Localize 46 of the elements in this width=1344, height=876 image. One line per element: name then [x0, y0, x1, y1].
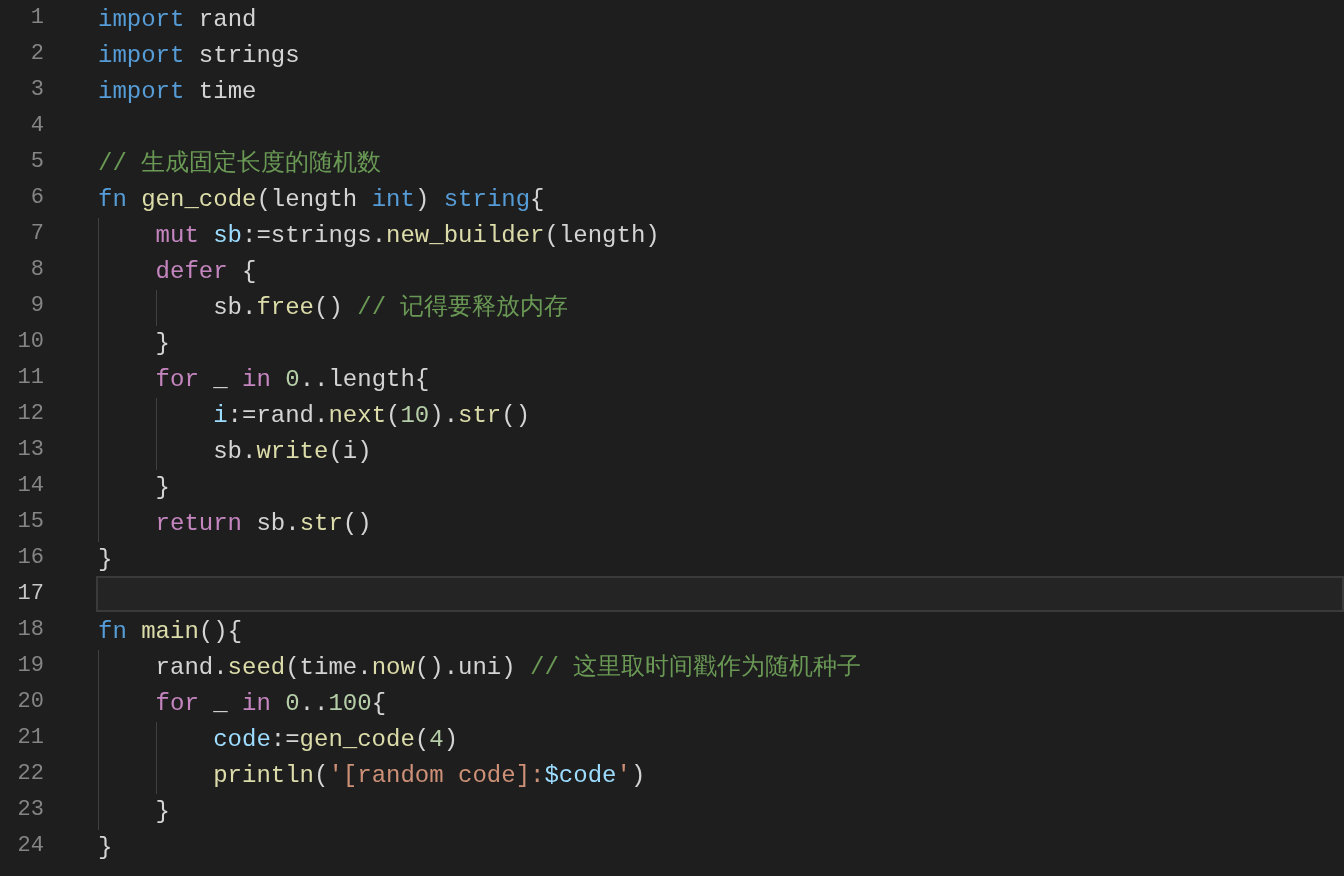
line-number: 9 [29, 292, 44, 320]
line-number: 18 [16, 616, 44, 644]
line-number: 7 [29, 220, 44, 248]
line-number: 8 [29, 256, 44, 284]
line-number: 4 [29, 112, 44, 140]
code-line: defer { [155, 257, 257, 286]
line-number: 5 [29, 148, 44, 176]
code-line: for _ in 0..length{ [155, 365, 430, 394]
code-line: fn gen_code(length int) string{ [98, 185, 545, 214]
line-number: 6 [29, 184, 44, 212]
code-line: import time [98, 77, 257, 106]
line-number: 15 [16, 508, 44, 536]
line-number: 23 [16, 796, 44, 824]
line-number: 21 [16, 724, 44, 752]
line-number: 1 [29, 4, 44, 32]
code-line: // 生成固定长度的随机数 [98, 149, 382, 178]
line-number: 24 [16, 832, 44, 860]
line-number: 13 [16, 436, 44, 464]
code-line: return sb.str() [155, 509, 372, 538]
code-line: sb.write(i) [213, 437, 372, 466]
code-line: mut sb:=strings.new_builder(length) [155, 221, 660, 250]
code-line: } [155, 473, 170, 502]
code-line: fn main(){ [98, 617, 243, 646]
code-line: } [155, 329, 170, 358]
line-number: 22 [16, 760, 44, 788]
line-number: 20 [16, 688, 44, 716]
code-line: code:=gen_code(4) [213, 725, 459, 754]
code-line: } [98, 833, 113, 862]
line-number: 12 [16, 400, 44, 428]
line-number: 17 [16, 580, 44, 608]
line-number: 14 [16, 472, 44, 500]
code-line: import strings [98, 41, 300, 70]
line-number: 3 [29, 76, 44, 104]
code-line: } [155, 797, 170, 826]
code-line: i:=rand.next(10).str() [213, 401, 531, 430]
code-line: import rand [98, 5, 257, 34]
code-line: sb.free() // 记得要释放内存 [213, 293, 569, 322]
code-line: for _ in 0..100{ [155, 689, 387, 718]
line-number: 19 [16, 652, 44, 680]
line-number: 11 [16, 364, 44, 392]
line-number: 2 [29, 40, 44, 68]
code-line: } [98, 545, 113, 574]
line-number: 10 [16, 328, 44, 356]
line-number: 16 [16, 544, 44, 572]
code-line: rand.seed(time.now().uni) // 这里取时间戳作为随机种子 [155, 653, 862, 682]
code-line: println('[random code]:$code') [213, 761, 646, 790]
